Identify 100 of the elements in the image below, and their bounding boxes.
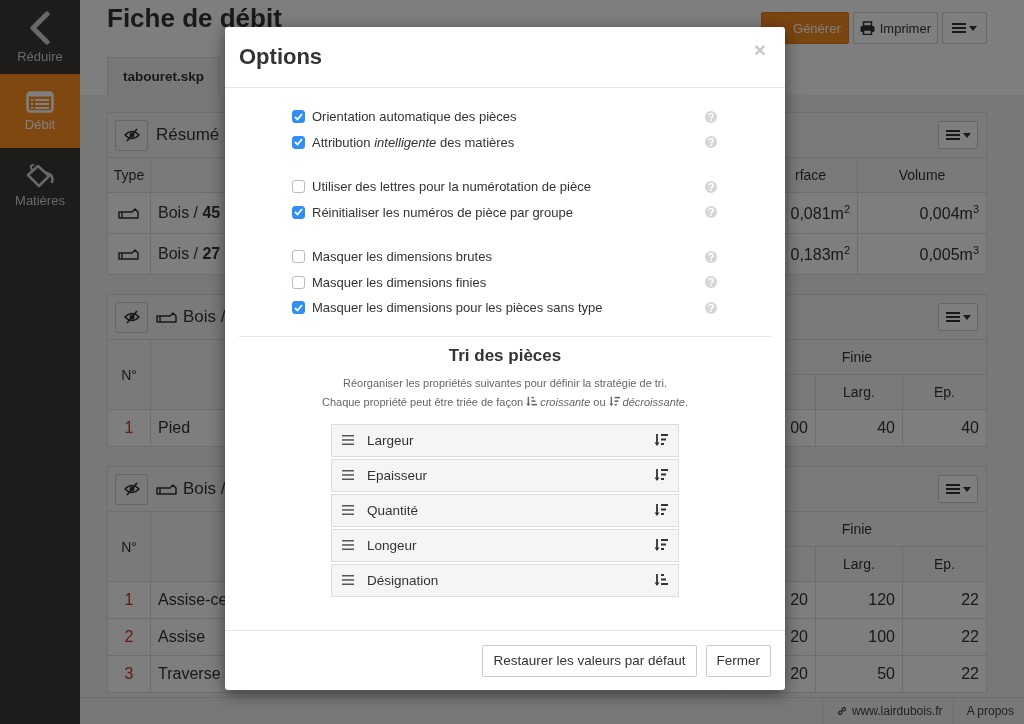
visibility-toggle-button[interactable] <box>115 301 148 333</box>
table-cell: 3 <box>108 656 150 692</box>
table-cell: 0,183m$^{2}$ <box>788 234 857 274</box>
eye-slash-icon <box>123 128 140 142</box>
description-text: croissante ou <box>540 394 606 409</box>
table-cell: 1 <box>108 410 150 446</box>
option-label: Réinitialiser les numéros de pièce par groupe <box>312 204 573 220</box>
menu-button[interactable] <box>938 303 978 331</box>
visibility-toggle-button[interactable] <box>115 473 148 505</box>
drag-handle-icon <box>342 505 354 515</box>
sort-criterion[interactable]: Quantité <box>331 493 679 527</box>
sort-criterion[interactable]: Désignation <box>331 563 679 597</box>
checkbox[interactable] <box>292 110 305 124</box>
visibility-toggle-button[interactable] <box>115 119 148 151</box>
table-cell: 22 <box>903 656 986 692</box>
file-tab[interactable]: tabouret.skp <box>107 57 220 95</box>
sidebar-item[interactable]: Réduire <box>0 0 80 74</box>
caret-icon <box>969 26 977 31</box>
menu-icon <box>952 22 966 34</box>
paint-bucket-icon <box>25 162 55 189</box>
table-cell: Bois / 45 <box>151 193 226 233</box>
table-cell: Pied <box>151 410 226 446</box>
option-label: Utiliser des lettres pour la numérotation de pièce <box>312 179 591 195</box>
panel-title: Résumé <box>156 125 220 145</box>
plank-icon <box>118 206 140 220</box>
checkbox[interactable] <box>292 250 305 264</box>
checkbox[interactable] <box>292 135 305 149</box>
option-label: Masquer les dimensions finies <box>312 274 487 290</box>
table-cell: 40 <box>816 410 902 446</box>
column-header: N° <box>108 512 150 581</box>
table-cell: Bois / 27 <box>151 234 226 274</box>
menu-button[interactable] <box>938 475 978 503</box>
drag-handle-icon <box>342 540 354 550</box>
menu-button[interactable] <box>938 121 978 149</box>
column-header: Ep. <box>903 547 986 581</box>
website-link[interactable]: www.lairdubois.fr <box>821 698 953 724</box>
checkbox[interactable] <box>292 180 305 194</box>
table-cell: 120 <box>816 582 902 618</box>
caret-icon <box>962 133 971 138</box>
caret-icon <box>962 315 971 320</box>
menu-button[interactable] <box>942 12 987 44</box>
menu-icon <box>945 311 960 323</box>
print-button[interactable]: Imprimer <box>852 12 938 44</box>
menu-icon <box>945 483 960 495</box>
option-label: Masquer les dimensions brutes <box>312 249 492 265</box>
table-cell: 0,004m$^{3}$ <box>858 193 986 233</box>
drag-handle-icon <box>342 470 354 480</box>
column-header: Larg. <box>816 375 902 409</box>
table-cell: 22 <box>903 619 986 655</box>
help-icon <box>705 276 717 289</box>
sidebar-item[interactable]: Matières <box>0 148 80 222</box>
table-cell: 0,081m$^{2}$ <box>788 193 857 233</box>
eye-slash-icon <box>123 310 140 324</box>
plank-icon <box>156 310 178 324</box>
eye-slash-icon <box>123 482 140 496</box>
list-icon <box>26 90 54 113</box>
dialog-title: Options <box>239 44 323 70</box>
checkbox[interactable] <box>292 205 305 219</box>
plank-icon <box>156 482 178 496</box>
table-cell: 40 <box>903 410 986 446</box>
sort-criterion[interactable]: Epaisseur <box>331 458 679 492</box>
menu-icon <box>945 129 960 141</box>
table-cell: Assise-ce <box>151 582 226 618</box>
help-icon <box>705 110 717 123</box>
table-cell: 2 <box>108 619 150 655</box>
option-label: Masquer les dimensions pour les pièces sans type <box>312 300 603 316</box>
about-link[interactable]: A propos <box>952 698 1024 724</box>
description-text: Chaque propriété peut être triée de façon <box>321 394 524 409</box>
checkbox[interactable] <box>292 301 305 315</box>
help-icon <box>705 180 717 193</box>
table-cell: 0,005m$^{3}$ <box>858 234 986 274</box>
column-header: Larg. <box>816 547 902 581</box>
table-cell: 100 <box>816 619 902 655</box>
chevron-left-icon <box>27 10 53 45</box>
caret-icon <box>962 487 971 492</box>
plank-icon <box>118 247 140 261</box>
restore-defaults-button[interactable]: Restaurer les valeurs par défaut <box>482 644 697 677</box>
drag-handle-icon <box>342 435 354 445</box>
checkbox[interactable] <box>292 275 305 289</box>
column-header: Ep. <box>903 375 986 409</box>
column-header: Volume <box>858 158 986 192</box>
column-header: N° <box>108 340 150 409</box>
description-text: Réorganiser les propriétés suivantes pour définir la stratégie de tri. <box>341 375 669 390</box>
drag-handle-icon <box>342 575 354 585</box>
help-icon <box>705 301 717 314</box>
table-cell: 1 <box>108 582 150 618</box>
page-title: Fiche de débit <box>107 3 282 33</box>
close-dialog-button[interactable]: Fermer <box>705 644 771 677</box>
description-text: décroissante. <box>622 394 689 409</box>
option-label: Attribution intelligente des matières <box>312 134 515 150</box>
help-icon <box>705 206 717 219</box>
sort-criterion[interactable]: Longeur <box>331 528 679 562</box>
option-label: Orientation automatique des pièces <box>312 109 517 125</box>
help-icon <box>705 250 717 263</box>
sort-criterion[interactable]: Largeur <box>331 423 679 457</box>
help-icon <box>705 136 717 149</box>
panel-title: Bois / <box>183 307 226 327</box>
column-header: rface <box>788 158 857 192</box>
section-title: Tri des pièces <box>447 345 563 366</box>
panel-title: Bois / <box>183 479 226 499</box>
